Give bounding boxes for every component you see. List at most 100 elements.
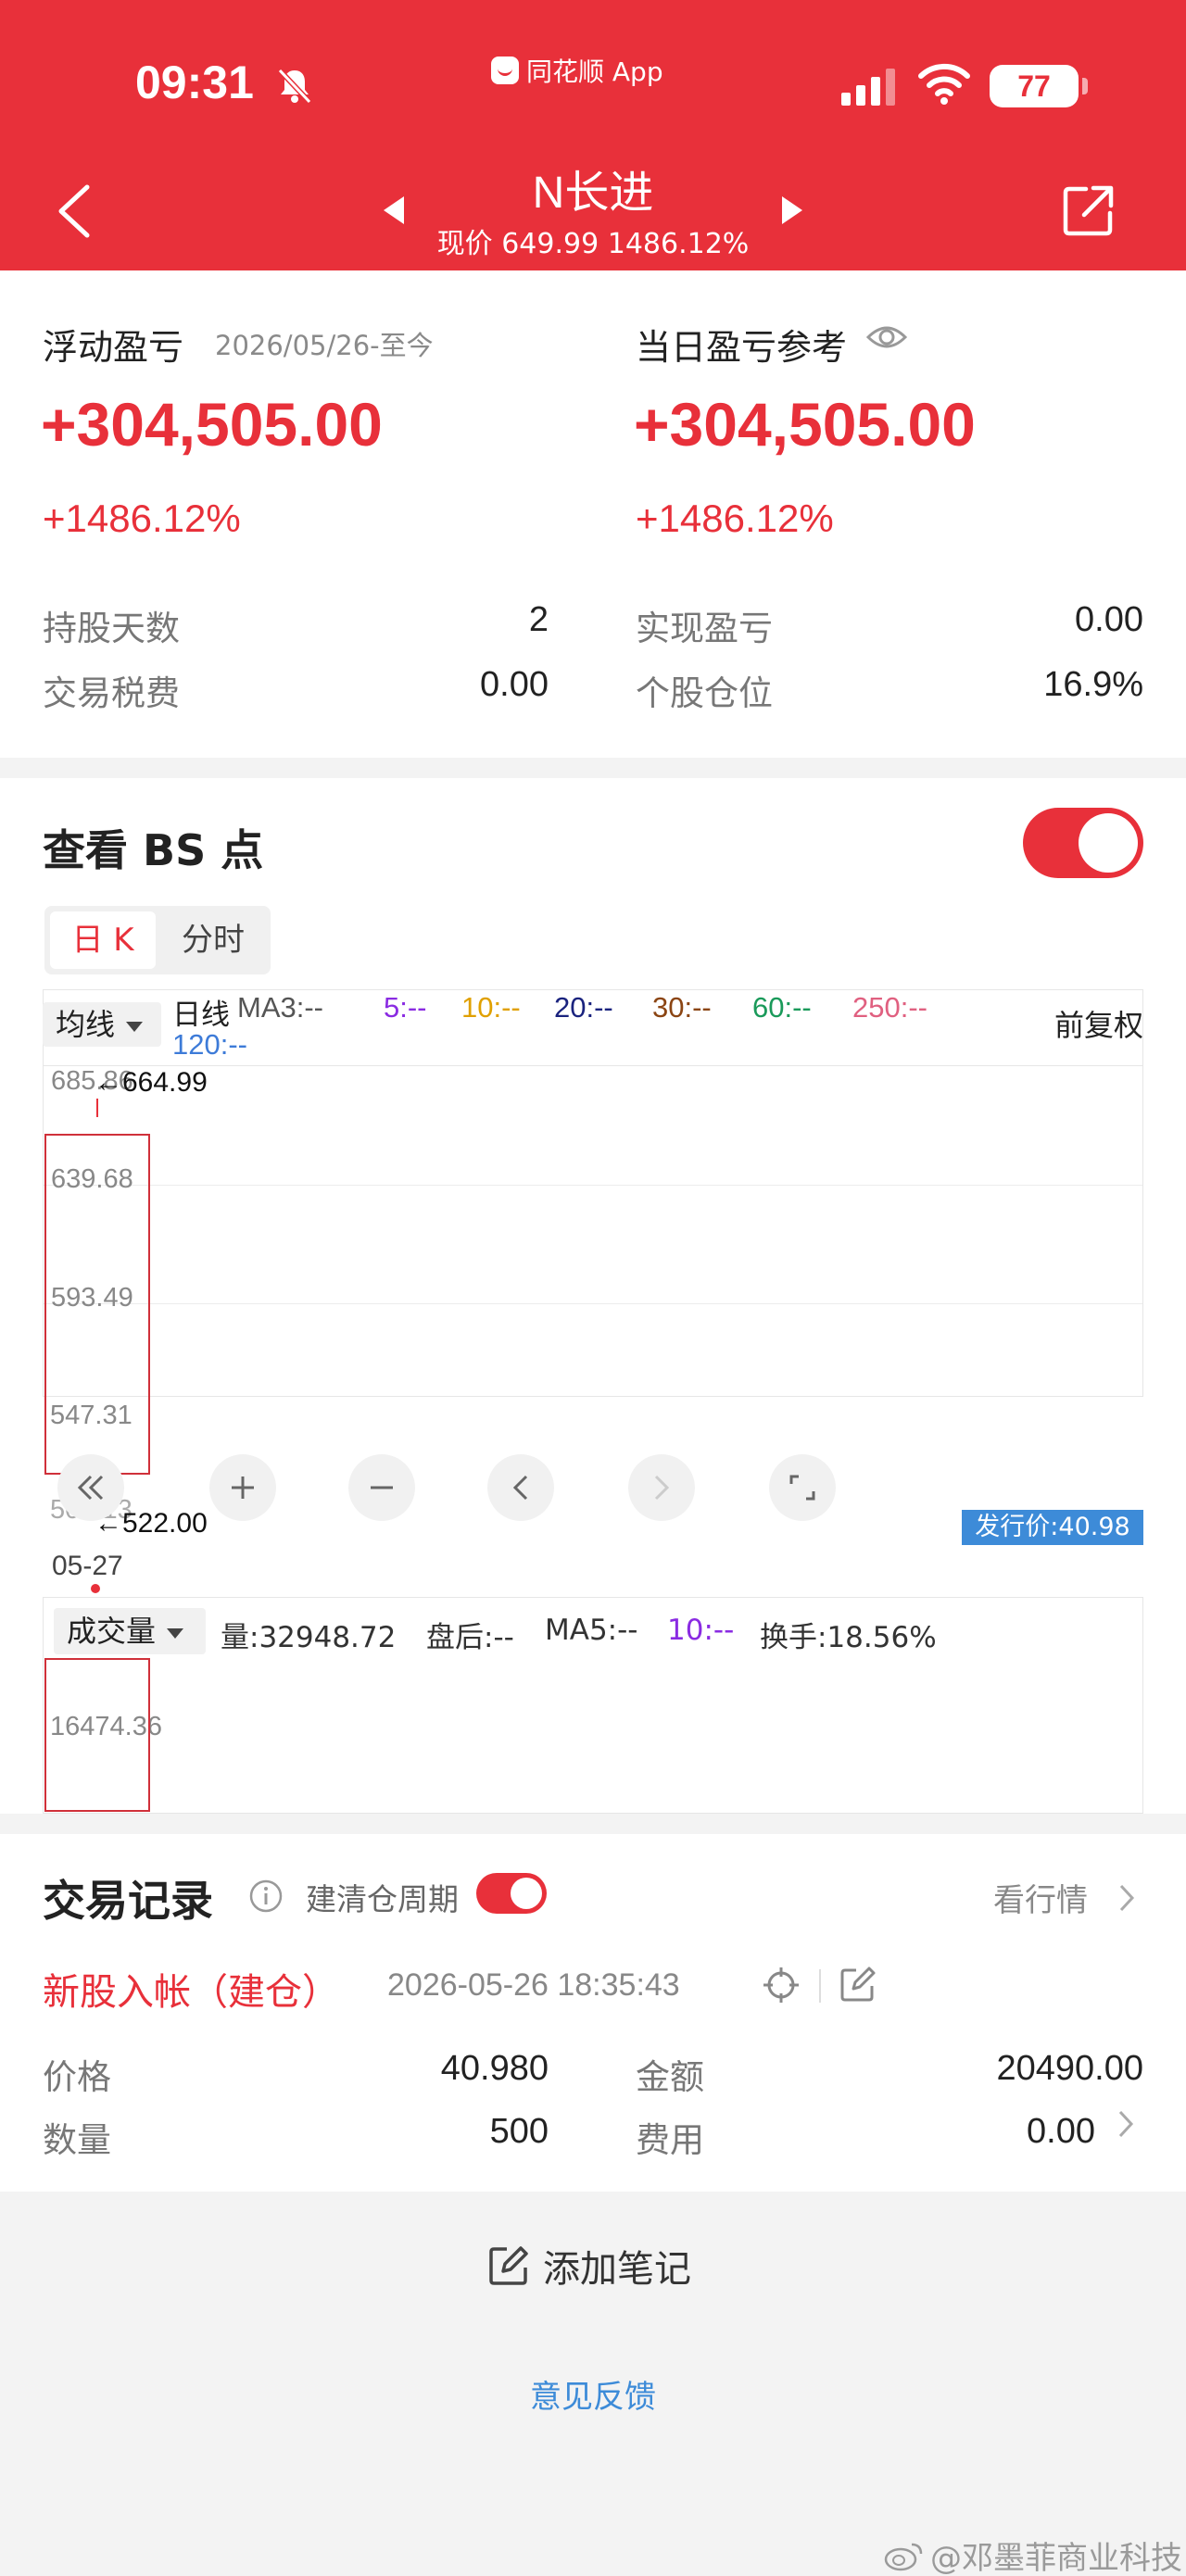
- position-cycle-toggle[interactable]: [476, 1873, 547, 1914]
- amount-value: 20490.00: [996, 2049, 1144, 2088]
- bs-chart-card: 查看 BS 点 日 K 分时 均线 日线 MA3:-- 5:-- 10:-- 2…: [0, 778, 1186, 1814]
- position-ratio-label: 个股仓位: [636, 673, 773, 713]
- chevron-right-icon: [654, 1475, 670, 1501]
- next-stock-icon[interactable]: [780, 195, 804, 226]
- trade-records-title: 交易记录: [43, 1876, 213, 1926]
- fullscreen-button[interactable]: [769, 1454, 836, 1521]
- daily-pnl-amount: +304,505.00: [634, 390, 976, 459]
- fee-value[interactable]: 0.00: [917, 2112, 1095, 2152]
- ma-select-label: 均线: [56, 1007, 116, 1042]
- share-icon[interactable]: [1062, 183, 1116, 237]
- trade-records-card: 交易记录 建清仓周期 看行情 新股入帐（建仓） 2026-05-26 18:35…: [0, 1834, 1186, 2192]
- back-arrow-icon[interactable]: [54, 182, 95, 241]
- app-logo-icon: [491, 57, 519, 84]
- x-date-tick: 05-27: [52, 1551, 123, 1581]
- watermark: @邓墨菲商业科技: [884, 2532, 1182, 2576]
- position-cycle-label: 建清仓周期: [306, 1881, 459, 1917]
- holding-days-value: 2: [528, 600, 549, 639]
- volume-indicator-select[interactable]: 成交量: [54, 1608, 206, 1654]
- daily-pnl-label: 当日盈亏参考: [636, 327, 848, 368]
- high-wick: [96, 1099, 98, 1117]
- holding-days-label: 持股天数: [43, 609, 180, 648]
- top-header: 09:31 同花顺 App 77 N长进 现价 649.99 1486.12%: [0, 0, 1186, 270]
- grid-line: [44, 1185, 1142, 1186]
- volume-legend-amount: 量:32948.72: [221, 1621, 397, 1654]
- volume-legend-turnover: 换手:18.56%: [760, 1621, 937, 1654]
- trade-fee-value: 0.00: [480, 665, 549, 704]
- ma-legend-ma60: 60:--: [752, 991, 812, 1024]
- feedback-link[interactable]: 意见反馈: [0, 2371, 1186, 2417]
- floating-pnl-amount: +304,505.00: [41, 390, 383, 459]
- bs-points-title: 查看 BS 点: [43, 825, 264, 875]
- chevron-left-icon: [512, 1475, 528, 1501]
- scroll-left-button[interactable]: [487, 1454, 554, 1521]
- issue-price-tag: 发行价:40.98: [962, 1510, 1143, 1545]
- watermark-text: @邓墨菲商业科技: [930, 2540, 1182, 2576]
- kline-plot-area[interactable]: 685.86 639.68 593.49: [43, 1065, 1143, 1397]
- zoom-in-button[interactable]: [209, 1454, 276, 1521]
- price-label: 价格: [43, 2057, 111, 2097]
- eye-icon[interactable]: [865, 320, 908, 354]
- highlight-box: [44, 1134, 150, 1475]
- chevron-right-icon[interactable]: [1117, 1882, 1136, 1914]
- edit-icon[interactable]: [839, 1966, 877, 2003]
- toggle-knob: [511, 1878, 542, 1909]
- stock-name: N长进: [532, 169, 654, 218]
- chart-period-switch: 日 K 分时: [44, 906, 271, 974]
- source-app-link[interactable]: 同花顺 App: [491, 52, 663, 89]
- ma-legend-row: 均线 日线 MA3:-- 5:-- 10:-- 20:-- 30:-- 60:-…: [43, 989, 1143, 1063]
- divider: [819, 1969, 821, 2003]
- cell-signal-icon: [841, 69, 895, 106]
- info-icon[interactable]: [248, 1879, 284, 1914]
- price-value: 40.980: [440, 2049, 549, 2088]
- volume-select-label: 成交量: [67, 1614, 157, 1649]
- ma-select-dropdown[interactable]: 均线: [43, 1002, 161, 1047]
- amount-label: 金额: [636, 2057, 704, 2097]
- ma-legend-ma30: 30:--: [652, 991, 712, 1024]
- prev-stock-icon[interactable]: [382, 195, 406, 226]
- status-time: 09:31: [135, 57, 254, 108]
- view-market-link[interactable]: 看行情: [993, 1875, 1088, 1920]
- chevron-right-icon[interactable]: [1117, 2108, 1134, 2140]
- current-price-line: 现价 649.99 1486.12%: [436, 228, 750, 260]
- record-time: 2026-05-26 18:35:43: [387, 1967, 680, 2003]
- pnl-summary-card: 浮动盈亏 2026/05/26-至今 +304,505.00 +1486.12%…: [0, 270, 1186, 758]
- bs-point-marker[interactable]: [91, 1584, 100, 1593]
- wifi-icon: [918, 63, 970, 105]
- tab-intraday[interactable]: 分时: [161, 911, 265, 969]
- zoom-out-button[interactable]: [348, 1454, 415, 1521]
- realized-pnl-value: 0.00: [1075, 600, 1143, 639]
- floating-pnl-label: 浮动盈亏: [43, 327, 184, 368]
- ma-legend-ma3: MA3:--: [237, 991, 323, 1024]
- trade-fee-label: 交易税费: [43, 673, 180, 713]
- plus-icon: [232, 1476, 254, 1499]
- battery-indicator: 77: [990, 65, 1079, 107]
- weibo-logo-icon: [884, 2543, 923, 2570]
- tab-daily-k[interactable]: 日 K: [50, 911, 156, 969]
- scroll-right-button[interactable]: [628, 1454, 695, 1521]
- toggle-knob: [1079, 813, 1138, 873]
- quantity-value: 500: [489, 2112, 549, 2151]
- chart-rewind-button[interactable]: [57, 1454, 124, 1521]
- locate-target-icon[interactable]: [762, 1966, 801, 2004]
- battery-tip: [1082, 78, 1088, 94]
- bs-points-toggle[interactable]: [1023, 808, 1143, 878]
- add-note-label: 添加笔记: [543, 2248, 691, 2291]
- ma-legend-ma120: 120:--: [172, 1028, 247, 1061]
- quantity-label: 数量: [43, 2120, 111, 2160]
- volume-highlight-box: [44, 1658, 150, 1812]
- fee-label: 费用: [636, 2120, 704, 2160]
- chevron-down-icon: [126, 1021, 144, 1032]
- adjust-mode-label[interactable]: 前复权: [1054, 1002, 1143, 1045]
- floating-pnl-date: 2026/05/26-至今: [215, 330, 434, 361]
- minus-icon: [371, 1486, 393, 1489]
- source-app-label: 同花顺 App: [526, 57, 663, 87]
- add-note-button[interactable]: 添加笔记: [487, 2240, 691, 2292]
- ma-legend-daily: 日线: [172, 999, 230, 1031]
- volume-legend-ma5: MA5:--: [545, 1614, 638, 1647]
- grid-line: [44, 1303, 1142, 1304]
- ma-legend-ma5: 5:--: [384, 991, 427, 1024]
- position-ratio-value: 16.9%: [1043, 665, 1143, 704]
- realized-pnl-label: 实现盈亏: [636, 609, 773, 648]
- ma-legend-ma10: 10:--: [461, 991, 521, 1024]
